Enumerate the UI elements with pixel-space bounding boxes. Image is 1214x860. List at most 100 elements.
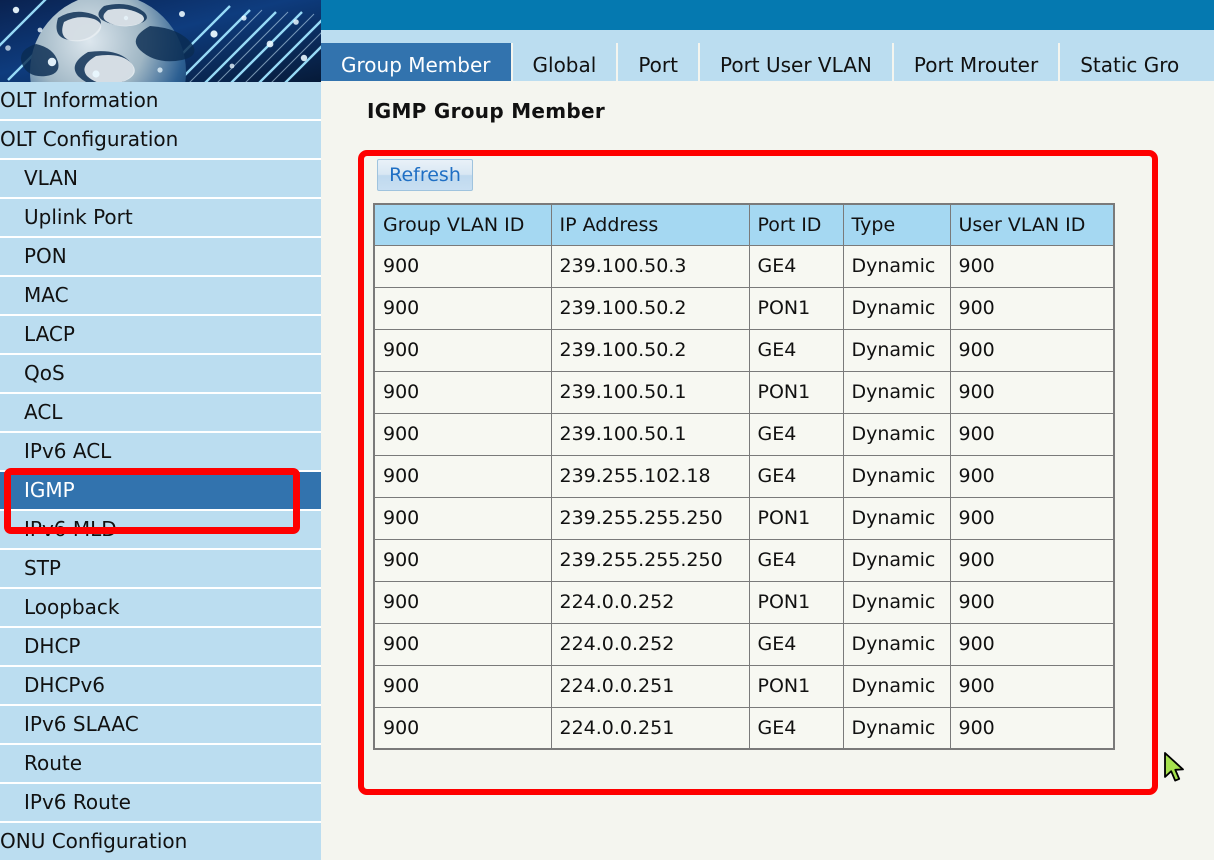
sidebar-item-acl[interactable]: ACL <box>0 394 321 431</box>
cell-ip: 239.100.50.2 <box>551 287 749 329</box>
cell-uvid: 900 <box>950 455 1114 497</box>
cell-port: GE4 <box>749 707 843 749</box>
cell-type: Dynamic <box>843 413 950 455</box>
sidebar-item-lacp[interactable]: LACP <box>0 316 321 353</box>
table-row: 900239.255.255.250PON1Dynamic900 <box>374 497 1114 539</box>
cell-type: Dynamic <box>843 329 950 371</box>
cell-type: Dynamic <box>843 707 950 749</box>
sidebar-item-stp[interactable]: STP <box>0 550 321 587</box>
sidebar-item-igmp[interactable]: IGMP <box>0 472 321 509</box>
table-row: 900239.100.50.2PON1Dynamic900 <box>374 287 1114 329</box>
table-row: 900239.255.102.18GE4Dynamic900 <box>374 455 1114 497</box>
cell-port: GE4 <box>749 329 843 371</box>
content-area: IGMP Group Member Refresh Group VLAN IDI… <box>321 81 1214 856</box>
cell-gvid: 900 <box>374 329 551 371</box>
cell-uvid: 900 <box>950 245 1114 287</box>
cell-port: PON1 <box>749 581 843 623</box>
cell-gvid: 900 <box>374 371 551 413</box>
refresh-button[interactable]: Refresh <box>377 159 473 191</box>
cell-uvid: 900 <box>950 371 1114 413</box>
cell-gvid: 900 <box>374 455 551 497</box>
cell-uvid: 900 <box>950 287 1114 329</box>
sidebar-item-loopback[interactable]: Loopback <box>0 589 321 626</box>
sidebar-item-uplink-port[interactable]: Uplink Port <box>0 199 321 236</box>
sidebar-item-onu-configuration[interactable]: ONU Configuration <box>0 823 321 860</box>
sidebar-item-qos[interactable]: QoS <box>0 355 321 392</box>
globe-network-graphic <box>0 0 321 82</box>
tab-port-user-vlan[interactable]: Port User VLAN <box>698 43 892 81</box>
cell-type: Dynamic <box>843 287 950 329</box>
cell-ip: 239.255.102.18 <box>551 455 749 497</box>
table-header-row: Group VLAN IDIP AddressPort IDTypeUser V… <box>374 204 1114 245</box>
igmp-group-member-table: Group VLAN IDIP AddressPort IDTypeUser V… <box>373 203 1115 750</box>
right-column: Group MemberGlobalPortPort User VLANPort… <box>321 0 1214 856</box>
table-row: 900224.0.0.252GE4Dynamic900 <box>374 623 1114 665</box>
sidebar-item-dhcpv6[interactable]: DHCPv6 <box>0 667 321 704</box>
cell-type: Dynamic <box>843 245 950 287</box>
cell-type: Dynamic <box>843 371 950 413</box>
cell-ip: 224.0.0.251 <box>551 707 749 749</box>
cell-type: Dynamic <box>843 665 950 707</box>
cell-ip: 239.255.255.250 <box>551 497 749 539</box>
sidebar-item-mac[interactable]: MAC <box>0 277 321 314</box>
cell-ip: 239.100.50.2 <box>551 329 749 371</box>
cell-gvid: 900 <box>374 665 551 707</box>
cell-type: Dynamic <box>843 539 950 581</box>
cell-port: GE4 <box>749 623 843 665</box>
table-row: 900224.0.0.252PON1Dynamic900 <box>374 581 1114 623</box>
cell-port: GE4 <box>749 245 843 287</box>
header-banner-image <box>0 0 321 82</box>
cell-port: GE4 <box>749 539 843 581</box>
sidebar-item-dhcp[interactable]: DHCP <box>0 628 321 665</box>
sidebar-item-route[interactable]: Route <box>0 745 321 782</box>
cell-gvid: 900 <box>374 413 551 455</box>
table-row: 900224.0.0.251PON1Dynamic900 <box>374 665 1114 707</box>
cell-type: Dynamic <box>843 581 950 623</box>
cell-ip: 224.0.0.252 <box>551 581 749 623</box>
cell-port: PON1 <box>749 497 843 539</box>
cell-uvid: 900 <box>950 581 1114 623</box>
tab-static-gro[interactable]: Static Gro <box>1058 43 1199 81</box>
table-row: 900239.100.50.1GE4Dynamic900 <box>374 413 1114 455</box>
cell-port: PON1 <box>749 371 843 413</box>
cell-gvid: 900 <box>374 497 551 539</box>
cell-port: PON1 <box>749 287 843 329</box>
cell-ip: 224.0.0.251 <box>551 665 749 707</box>
cell-port: GE4 <box>749 413 843 455</box>
column-header-type: Type <box>843 204 950 245</box>
tab-global[interactable]: Global <box>511 43 617 81</box>
cell-ip: 239.100.50.3 <box>551 245 749 287</box>
table-row: 900239.100.50.2GE4Dynamic900 <box>374 329 1114 371</box>
table-row: 900239.100.50.3GE4Dynamic900 <box>374 245 1114 287</box>
tab-group-member[interactable]: Group Member <box>321 43 511 81</box>
cell-uvid: 900 <box>950 329 1114 371</box>
cell-uvid: 900 <box>950 497 1114 539</box>
cell-gvid: 900 <box>374 245 551 287</box>
tab-port[interactable]: Port <box>616 43 698 81</box>
column-header-ip-address: IP Address <box>551 204 749 245</box>
column-header-group-vlan-id: Group VLAN ID <box>374 204 551 245</box>
sidebar-item-ipv6-slaac[interactable]: IPv6 SLAAC <box>0 706 321 743</box>
tab-bar[interactable]: Group MemberGlobalPortPort User VLANPort… <box>321 30 1214 81</box>
cell-ip: 224.0.0.252 <box>551 623 749 665</box>
cell-ip: 239.255.255.250 <box>551 539 749 581</box>
cell-gvid: 900 <box>374 581 551 623</box>
cell-type: Dynamic <box>843 623 950 665</box>
cell-uvid: 900 <box>950 665 1114 707</box>
cell-gvid: 900 <box>374 623 551 665</box>
tab-port-mrouter[interactable]: Port Mrouter <box>892 43 1058 81</box>
sidebar-item-pon[interactable]: PON <box>0 238 321 275</box>
sidebar-item-olt-configuration[interactable]: OLT Configuration <box>0 121 321 158</box>
sidebar-item-ipv6-route[interactable]: IPv6 Route <box>0 784 321 821</box>
sidebar-item-olt-information[interactable]: OLT Information <box>0 82 321 119</box>
page-title: IGMP Group Member <box>367 99 605 123</box>
sidebar-nav[interactable]: OLT InformationOLT ConfigurationVLANUpli… <box>0 82 321 856</box>
cell-port: GE4 <box>749 455 843 497</box>
cell-uvid: 900 <box>950 539 1114 581</box>
cell-ip: 239.100.50.1 <box>551 371 749 413</box>
cell-uvid: 900 <box>950 707 1114 749</box>
sidebar-item-ipv6-acl[interactable]: IPv6 ACL <box>0 433 321 470</box>
sidebar-item-vlan[interactable]: VLAN <box>0 160 321 197</box>
sidebar-item-ipv6-mld[interactable]: IPv6 MLD <box>0 511 321 548</box>
table-row: 900239.255.255.250GE4Dynamic900 <box>374 539 1114 581</box>
